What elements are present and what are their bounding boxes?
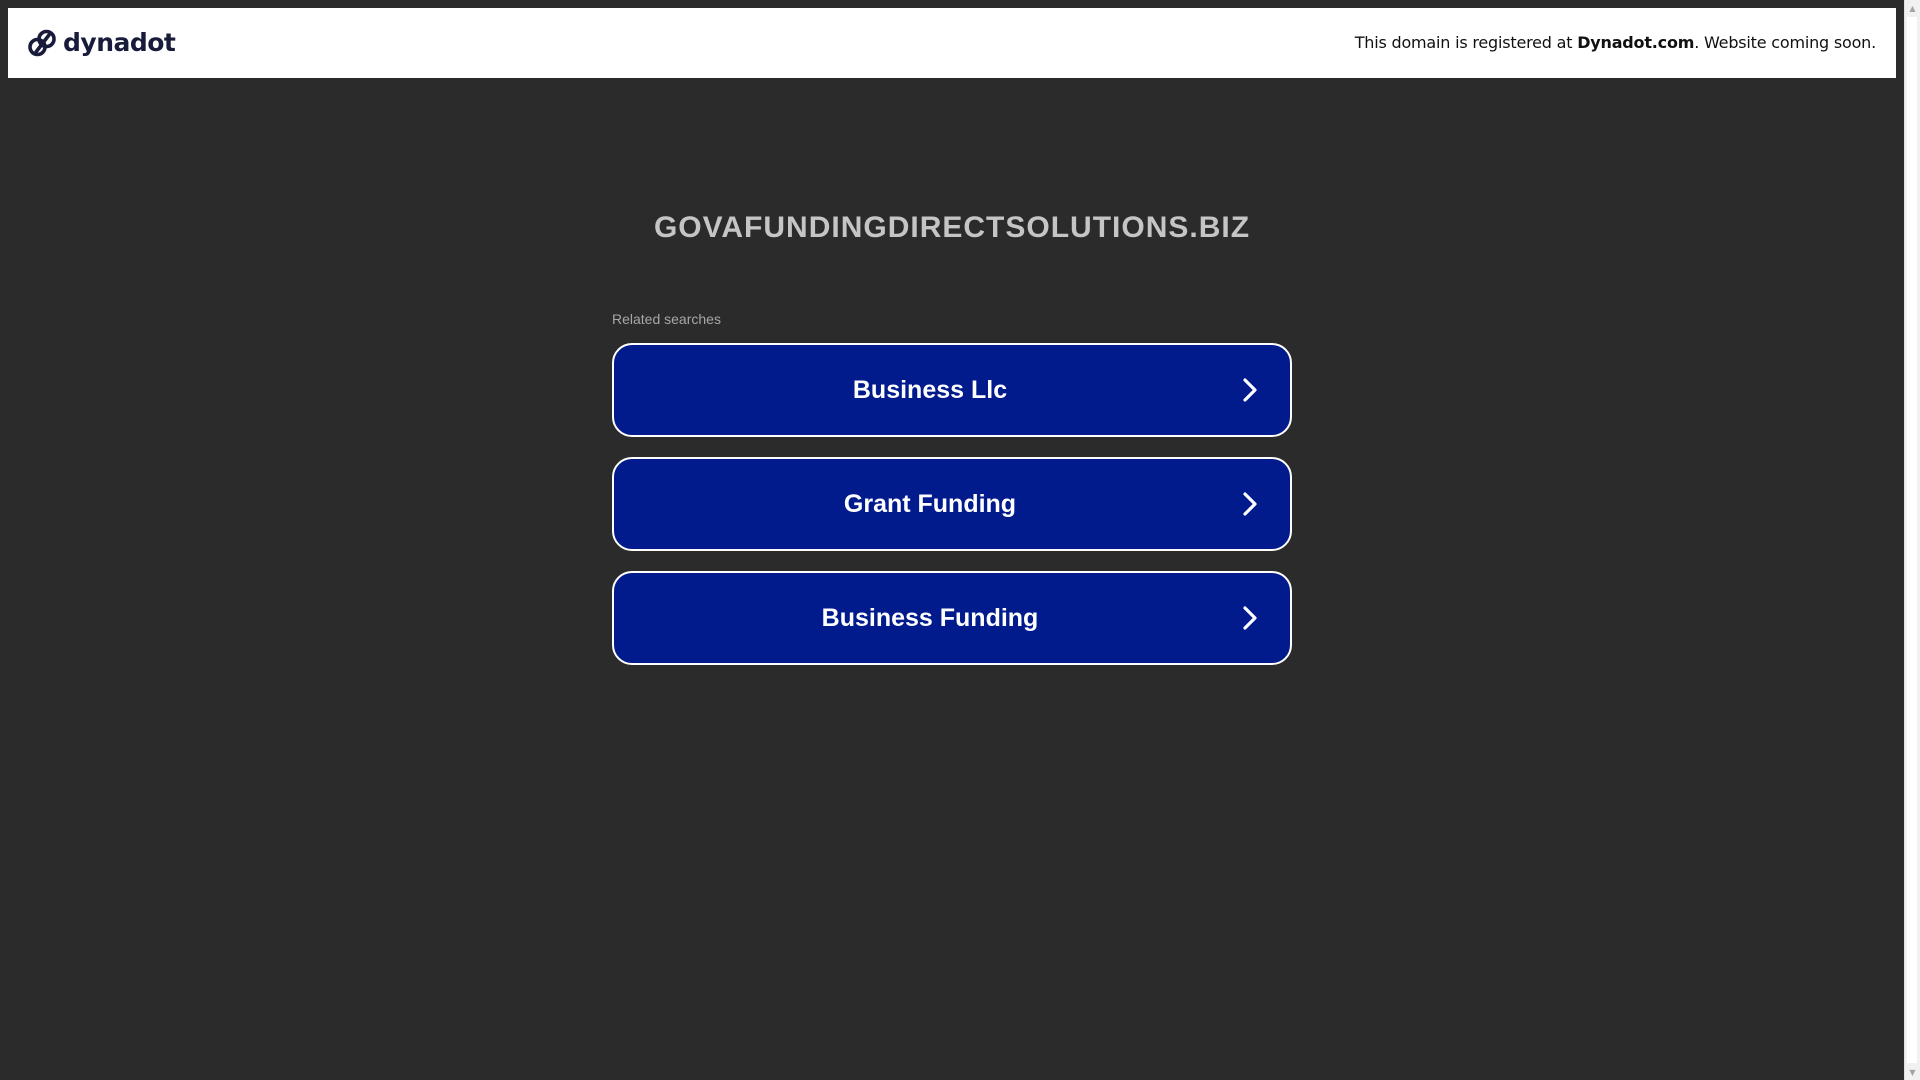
page-viewport: dynadot This domain is registered at Dyn… xyxy=(0,0,1904,1080)
logo-wordmark: dynadot xyxy=(63,28,176,57)
vertical-scrollbar[interactable]: ▲ ▼ xyxy=(1904,0,1920,1080)
scroll-up-arrow-icon[interactable]: ▲ xyxy=(1905,0,1920,16)
dynadot-logo-link[interactable]: dynadot xyxy=(27,26,176,60)
search-button-label: Grant Funding xyxy=(843,490,1017,518)
chevron-right-icon xyxy=(1243,606,1257,630)
registration-notice: This domain is registered at Dynadot.com… xyxy=(1355,8,1876,78)
notice-prefix: This domain is registered at xyxy=(1354,33,1578,52)
dynadot-logo-icon xyxy=(28,29,56,57)
search-button-label: Business Funding xyxy=(821,604,1039,632)
chevron-right-icon xyxy=(1243,492,1257,516)
domain-name-heading: GOVAFUNDINGDIRECTSOLUTIONS.BIZ xyxy=(653,211,1251,244)
related-searches: Related searches Business Llc Grant Fund… xyxy=(612,308,1292,685)
scroll-down-arrow-icon[interactable]: ▼ xyxy=(1905,1064,1920,1080)
search-button-grant-funding[interactable]: Grant Funding xyxy=(612,457,1292,551)
scrollbar-thumb[interactable] xyxy=(1907,17,1917,1063)
chevron-right-icon xyxy=(1243,378,1257,402)
top-banner: dynadot This domain is registered at Dyn… xyxy=(8,8,1896,78)
search-button-business-llc[interactable]: Business Llc xyxy=(612,343,1292,437)
notice-suffix: . Website coming soon. xyxy=(1694,33,1876,52)
search-button-label: Business Llc xyxy=(852,376,1008,404)
notice-brand-link[interactable]: Dynadot.com xyxy=(1577,33,1694,52)
related-searches-label: Related searches xyxy=(612,311,721,327)
search-button-business-funding[interactable]: Business Funding xyxy=(612,571,1292,665)
